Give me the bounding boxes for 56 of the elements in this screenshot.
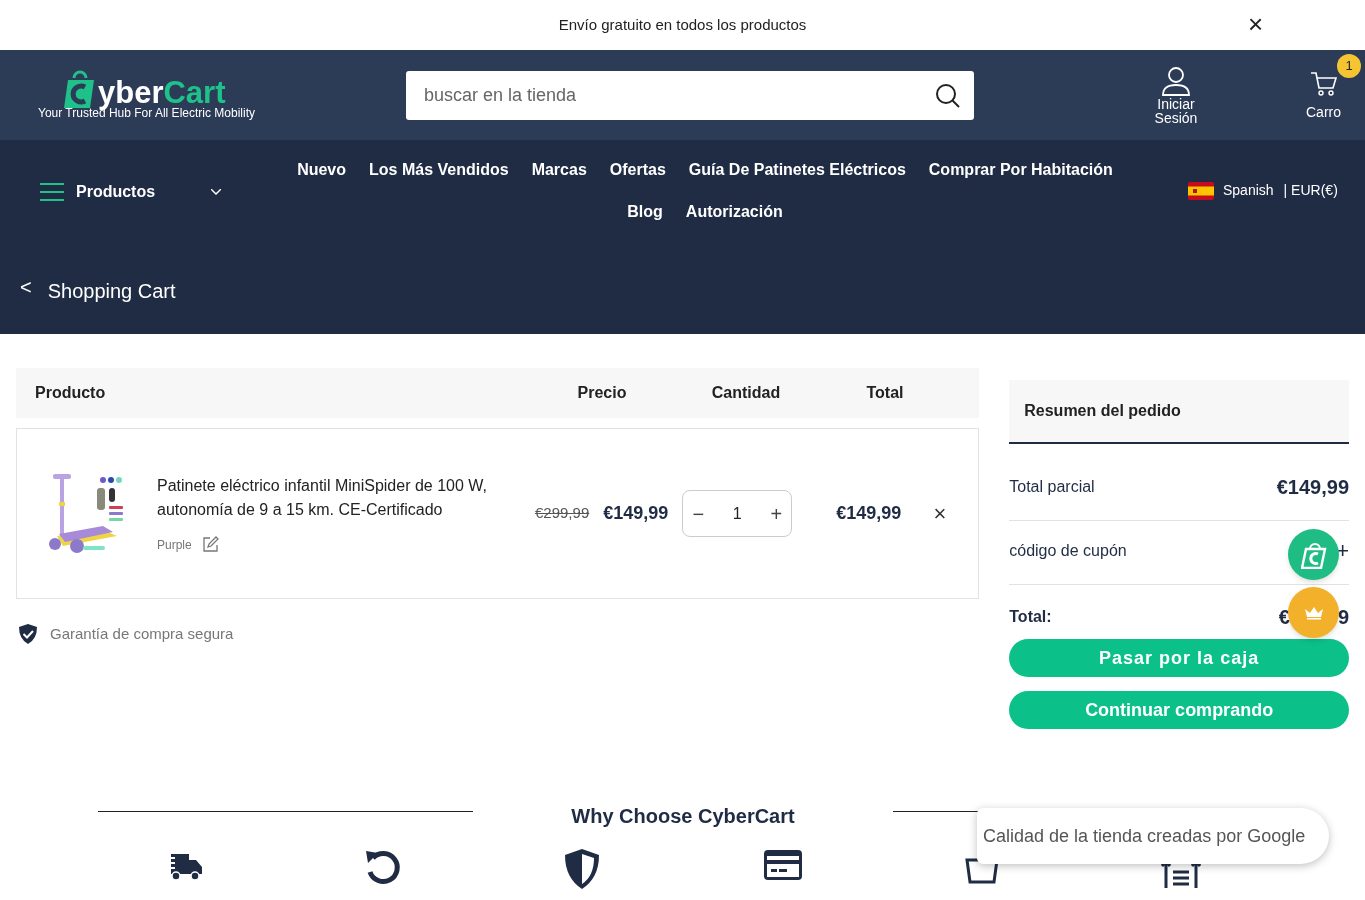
- remove-button[interactable]: ×: [933, 497, 947, 530]
- summary-title: Resumen del pedido: [1024, 401, 1181, 421]
- menu-icon[interactable]: [40, 183, 64, 201]
- currency-selector[interactable]: | EUR(€): [1283, 180, 1338, 201]
- section-title: Why Choose CyberCart: [570, 804, 796, 829]
- login-link[interactable]: Iniciar Sesión: [1151, 97, 1201, 125]
- products-menu[interactable]: Productos: [76, 180, 156, 204]
- cart-link[interactable]: Carro: [1306, 101, 1341, 123]
- coupon-toggle[interactable]: +: [1336, 539, 1349, 563]
- line-total: €149,99: [836, 502, 902, 525]
- chevron-down-icon[interactable]: [211, 189, 222, 195]
- column-header: Producto: [34, 383, 107, 403]
- nav-link[interactable]: Autorización: [685, 200, 783, 224]
- google-badge[interactable]: Calidad de la tienda creadas por Google: [977, 808, 1329, 864]
- user-icon[interactable]: [1160, 65, 1192, 97]
- nav-link[interactable]: Blog: [627, 200, 663, 224]
- column-header: Precio: [576, 383, 628, 403]
- total-label: Total:: [1009, 607, 1052, 627]
- spain-flag-icon[interactable]: [1188, 181, 1214, 200]
- column-header: Cantidad: [710, 383, 782, 403]
- decrease-button[interactable]: −: [691, 498, 706, 529]
- credit-card-icon: [763, 848, 803, 882]
- language-selector[interactable]: Spanish: [1223, 180, 1274, 201]
- logo-text: yber: [98, 76, 164, 110]
- original-price: €299,99: [535, 503, 590, 524]
- subtotal-value: €149,99: [1276, 475, 1349, 500]
- nav-link[interactable]: Marcas: [531, 158, 587, 182]
- coupon-label: código de cupón: [1009, 541, 1127, 561]
- quantity-value[interactable]: 1: [732, 501, 742, 526]
- nav-link[interactable]: Nuevo: [297, 158, 347, 182]
- shield-icon: [563, 848, 601, 890]
- edit-icon[interactable]: [201, 536, 219, 553]
- nav-link[interactable]: Comprar Por Habitación: [928, 158, 1113, 182]
- search-icon[interactable]: [935, 82, 961, 109]
- back-link[interactable]: <: [20, 277, 32, 297]
- google-badge-text: Calidad de la tienda creadas por Google: [983, 824, 1306, 848]
- variant-text: Purple: [157, 536, 192, 554]
- bag-logo-icon: [1300, 540, 1327, 569]
- cart-count-badge: 1: [1337, 53, 1361, 78]
- nav-link[interactable]: Los Más Vendidos: [369, 158, 509, 182]
- shield-check-icon: [18, 623, 38, 646]
- page-title: Shopping Cart: [47, 279, 176, 304]
- crown-icon: [1303, 605, 1324, 620]
- total-value: 9: [1337, 605, 1349, 630]
- total-value: €: [1278, 605, 1290, 630]
- close-button[interactable]: ×: [1248, 12, 1264, 36]
- guarantee-text: Garantía de compra segura: [50, 624, 234, 644]
- search-field[interactable]: buscar en la tienda: [406, 70, 974, 120]
- nav-link[interactable]: Guía De Patinetes Eléctricos: [688, 158, 906, 182]
- column-header: Total: [865, 383, 905, 403]
- increase-button[interactable]: +: [769, 498, 784, 529]
- sale-price: €149,99: [603, 502, 669, 525]
- subtotal-label: Total parcial: [1009, 477, 1095, 497]
- announcement-text: Envío gratuito en todos los productos: [558, 14, 807, 35]
- product-name[interactable]: Patinete eléctrico infantil MiniSpider de 100 W, autonomía de 9 a 15 km. CE-Certificado: [157, 473, 497, 522]
- nav-link[interactable]: Ofertas: [609, 158, 666, 182]
